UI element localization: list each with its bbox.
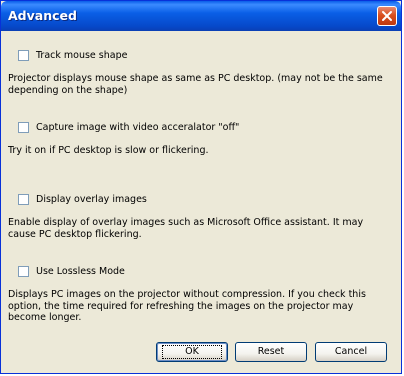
close-button[interactable] [377,6,397,26]
title-bar[interactable]: Advanced [1,1,401,31]
cancel-button-label: Cancel [334,346,368,357]
advanced-dialog: Advanced Track mouse shape Projector dis… [0,0,402,374]
lossless-mode-checkbox[interactable] [18,266,29,277]
reset-button-label: Reset [257,346,285,357]
display-overlay-label: Display overlay images [36,194,147,205]
close-x-icon [382,11,392,21]
lossless-mode-description: Displays PC images on the projector with… [8,289,366,323]
display-overlay-description: Enable display of overlay images such as… [8,217,364,240]
dialog-content: Track mouse shape Projector displays mou… [1,31,401,373]
track-mouse-shape-description: Projector displays mouse shape as same a… [8,73,383,96]
track-mouse-shape-checkbox[interactable] [18,50,29,61]
cancel-button[interactable]: Cancel [315,342,387,362]
ok-button-label: OK [162,345,222,359]
capture-image-checkbox[interactable] [18,122,29,133]
dialog-title: Advanced [8,8,77,23]
display-overlay-checkbox[interactable] [18,194,29,205]
capture-image-description: Try it on if PC desktop is slow or flick… [8,145,209,156]
ok-button[interactable]: OK [156,342,228,362]
track-mouse-shape-label: Track mouse shape [36,50,128,61]
lossless-mode-label: Use Lossless Mode [36,266,125,277]
reset-button[interactable]: Reset [235,342,307,362]
capture-image-label: Capture image with video acceralator "of… [36,122,240,133]
